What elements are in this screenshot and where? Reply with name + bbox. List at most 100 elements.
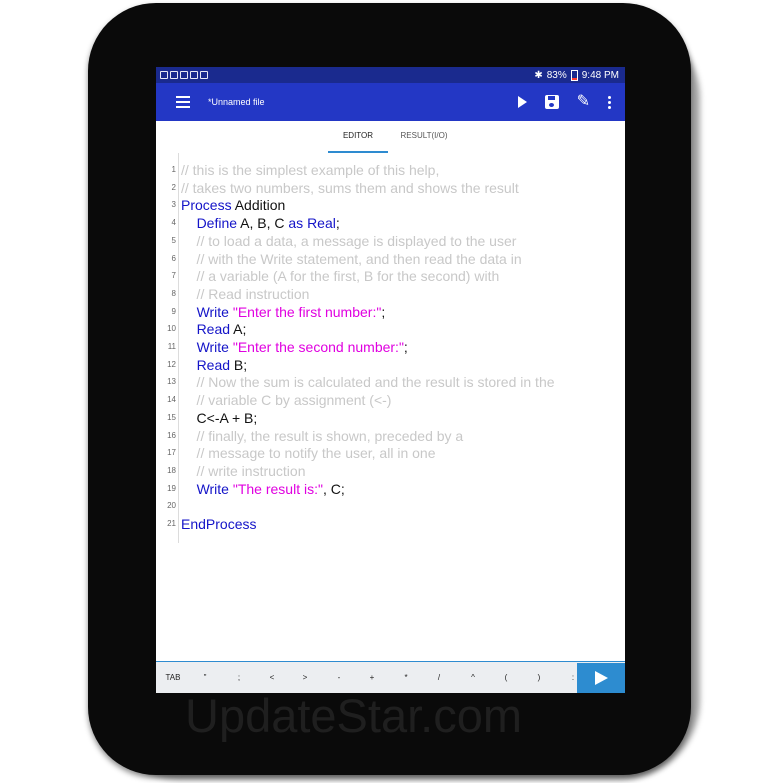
comment-token: // Read instruction — [181, 285, 310, 302]
line-number: 14 — [167, 395, 176, 405]
line-number: 6 — [171, 253, 176, 263]
app-screen: ✱ 83% 9:48 PM *Unnamed file ✎ EDITOR RES… — [156, 67, 625, 693]
keyword-token: as Real — [288, 215, 336, 232]
tab-bar: EDITOR RESULT(I/O) — [156, 121, 625, 153]
code-text: EndProcess — [181, 515, 256, 533]
line-number: 5 — [171, 235, 176, 245]
string-token: "The result is:" — [232, 480, 323, 497]
line-number: 7 — [171, 271, 176, 281]
line-number: 15 — [167, 412, 176, 422]
code-token: ; — [335, 215, 340, 232]
keyword-token: Write — [196, 480, 229, 497]
code-text: // to load a data, a message is displaye… — [181, 232, 517, 250]
key-button[interactable]: ) — [530, 662, 548, 693]
line-number: 19 — [167, 483, 176, 493]
app-bar: *Unnamed file ✎ — [156, 83, 625, 121]
file-title: *Unnamed file — [208, 97, 265, 107]
line-number: 9 — [171, 306, 176, 316]
pencil-icon[interactable]: ✎ — [577, 94, 590, 110]
line-number: 17 — [167, 448, 176, 458]
code-editor[interactable]: 1 // this is the simplest example of this… — [156, 153, 625, 663]
notification-icon — [170, 71, 178, 79]
code-text: // with the Write statement, and then re… — [181, 250, 522, 268]
line-number: 20 — [167, 501, 176, 511]
bluetooth-icon: ✱ — [534, 69, 543, 81]
string-token: "Enter the second number:" — [232, 339, 404, 355]
comment-token: // takes two numbers, sums them and show… — [181, 179, 519, 196]
code-token: C<-A + B; — [181, 409, 258, 426]
code-token: , C; — [322, 480, 345, 497]
code-text: C<-A + B; — [181, 409, 258, 427]
line-number: 21 — [167, 519, 176, 528]
status-bar: ✱ 83% 9:48 PM — [156, 67, 625, 83]
tab-editor[interactable]: EDITOR — [328, 121, 388, 153]
code-text: Write "Enter the first number:"; — [181, 303, 386, 321]
battery-level: 83% — [546, 69, 567, 81]
comment-token: // write instruction — [181, 462, 306, 479]
keyword-token: Define — [196, 215, 238, 232]
keyword-token: EndProcess — [181, 516, 257, 532]
line-number: 10 — [167, 324, 176, 334]
notification-icon — [190, 71, 198, 79]
code-text: Read B; — [181, 356, 248, 374]
save-icon[interactable] — [544, 95, 559, 109]
notification-icon — [200, 71, 208, 79]
tab-result[interactable]: RESULT(I/O) — [392, 121, 456, 151]
keyword-token: Read — [196, 356, 231, 373]
keyword-token: Write — [196, 303, 229, 320]
notification-icon — [160, 71, 168, 79]
code-text: // Read instruction — [181, 285, 310, 303]
key-button[interactable]: TAB — [160, 662, 186, 693]
code-token: A, B, C — [237, 215, 289, 232]
code-text: // Now the sum is calculated and the res… — [181, 373, 555, 391]
battery-icon — [570, 69, 578, 81]
comment-token: // this is the simplest example of this … — [181, 162, 440, 178]
comment-token: // to load a data, a message is displaye… — [181, 232, 517, 249]
code-text: Read A; — [181, 320, 247, 338]
key-button[interactable]: : — [564, 662, 582, 693]
comment-token: // finally, the result is shown, precede… — [181, 427, 464, 444]
code-text: Process Addition — [181, 196, 285, 214]
code-text: Define A, B, C as Real; — [181, 214, 340, 232]
keyword-token: Write — [196, 339, 229, 355]
comment-token: // message to notify the user, all in on… — [181, 445, 436, 462]
line-number: 3 — [171, 200, 176, 210]
menu-icon[interactable] — [176, 96, 190, 108]
code-text: // a variable (A for the first, B for th… — [181, 267, 500, 285]
comment-token: // variable C by assignment (<-) — [181, 392, 392, 409]
run-icon[interactable] — [517, 96, 527, 108]
code-text: // message to notify the user, all in on… — [181, 444, 436, 462]
notification-icon — [180, 71, 188, 79]
play-icon — [595, 671, 608, 685]
line-number: 16 — [167, 430, 176, 440]
comment-token: // a variable (A for the first, B for th… — [181, 268, 500, 285]
run-button[interactable] — [577, 663, 625, 693]
comment-token: // Now the sum is calculated and the res… — [181, 374, 555, 391]
string-token: "Enter the first number:" — [232, 303, 382, 320]
line-number: 11 — [167, 342, 176, 351]
code-text: Write "Enter the second number:"; — [181, 338, 408, 356]
line-number: 8 — [171, 288, 176, 298]
code-token: A; — [230, 321, 247, 338]
line-number: 13 — [167, 377, 176, 387]
code-token: ; — [381, 303, 386, 320]
code-token: ; — [403, 339, 408, 355]
code-token: B; — [230, 356, 248, 373]
notification-icons — [156, 71, 208, 79]
code-text: Write "The result is:", C; — [181, 480, 345, 498]
gutter-divider — [178, 153, 179, 543]
code-token: Addition — [231, 197, 286, 214]
line-number: 12 — [167, 359, 176, 369]
keyword-token: Read — [196, 321, 231, 338]
line-number: 2 — [171, 182, 176, 192]
code-text: // write instruction — [181, 462, 306, 480]
watermark: UpdateStar.com — [185, 689, 523, 742]
comment-token: // with the Write statement, and then re… — [181, 250, 522, 267]
more-vert-icon[interactable] — [608, 95, 611, 109]
